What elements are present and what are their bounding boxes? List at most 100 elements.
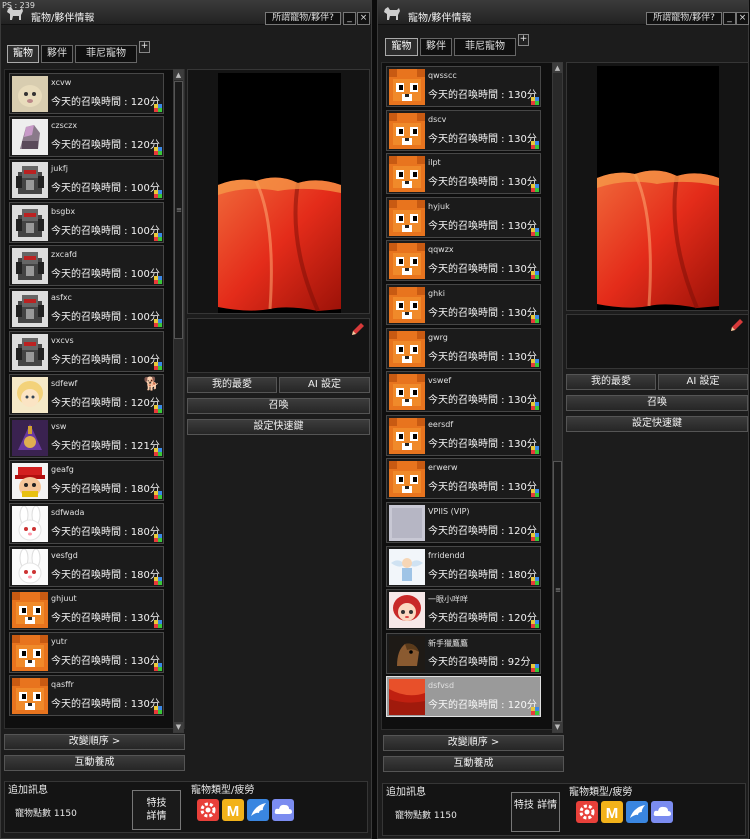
add-tab-button[interactable]: + — [139, 41, 150, 53]
pet-list-item[interactable]: czsczx 今天的召喚時間 : 120分 — [9, 116, 164, 157]
set-hotkey-button[interactable]: 設定快速鍵 — [187, 419, 370, 435]
pet-list-scrollbar[interactable]: ▲ ≡ ▼ — [173, 69, 184, 733]
minimize-button[interactable]: _ — [723, 12, 736, 25]
pet-list-item[interactable]: xcvw 今天的召喚時間 : 120分 — [9, 73, 164, 114]
pet-description — [566, 314, 749, 369]
scroll-down-button[interactable]: ▼ — [553, 722, 562, 732]
pencil-icon[interactable] — [351, 322, 365, 336]
title-bar[interactable]: 寵物/夥伴情報 所謂寵物/夥伴? _ × — [378, 1, 749, 25]
pet-grade-icon — [154, 577, 162, 585]
pet-list-item[interactable]: dscv 今天的召喚時間 : 130分 — [386, 109, 541, 151]
pencil-icon[interactable] — [730, 318, 744, 332]
owned-pets-button[interactable]: 所謂寵物/夥伴? — [265, 12, 341, 25]
scroll-up-button[interactable]: ▲ — [553, 63, 562, 73]
pet-name: vsw — [51, 422, 67, 431]
pet-list-item[interactable]: dsfvsd 今天的召喚時間 : 120分 — [386, 676, 541, 718]
pet-portrait — [12, 334, 48, 370]
scroll-thumb[interactable]: ≡ — [553, 461, 562, 722]
pet-list-item[interactable]: qwsscc 今天的召喚時間 : 130分 — [386, 66, 541, 107]
pet-summon-time: 今天的召喚時間 : 130分 — [428, 177, 537, 189]
pet-summon-time: 今天的召喚時間 : 120分 — [428, 700, 537, 712]
pet-list-item[interactable]: frridendd 今天的召喚時間 : 180分 — [386, 545, 541, 587]
pet-name: xcvw — [51, 78, 72, 87]
pet-list-item[interactable]: hyjuk 今天的召喚時間 : 130分 — [386, 196, 541, 238]
pet-list-item[interactable]: ghjuut 今天的召喚時間 : 130分 — [9, 589, 164, 630]
title-bar[interactable]: 寵物/夥伴情報 所謂寵物/夥伴? _ × — [1, 1, 371, 25]
scroll-down-button[interactable]: ▼ — [174, 722, 183, 732]
pet-list-item[interactable]: erwerw 今天的召喚時間 : 130分 — [386, 458, 541, 500]
pet-grade-icon — [531, 707, 539, 716]
pet-list-item[interactable]: VPIIS (VIP) 今天的召喚時間 : 120分 — [386, 502, 541, 543]
close-button[interactable]: × — [736, 12, 749, 25]
pet-list-item[interactable]: qqwzx 今天的召喚時間 : 130分 — [386, 240, 541, 282]
pet-preview — [566, 62, 749, 311]
tab-partners[interactable]: 夥伴 — [41, 45, 73, 63]
ai-settings-button[interactable]: AI 設定 — [279, 377, 370, 393]
skill-details-button[interactable]: 特技 詳情 — [511, 792, 560, 832]
pet-list-item[interactable]: qasffr 今天的召喚時間 : 130分 — [9, 675, 164, 716]
pet-list-item[interactable]: vswef 今天的召喚時間 : 130分 — [386, 371, 541, 413]
tab-fini-pets[interactable]: 菲尼寵物 — [75, 45, 137, 63]
pet-list-item[interactable]: ilpt 今天的召喚時間 : 130分 — [386, 153, 541, 195]
pet-list-item[interactable]: vsw 今天的召喚時間 : 121分 — [9, 417, 164, 458]
pet-list-item[interactable]: asfxc 今天的召喚時間 : 100分 — [9, 288, 164, 329]
pet-list-item[interactable]: sdfewf 今天的召喚時間 : 120分 🐕 — [9, 374, 164, 415]
close-button[interactable]: × — [357, 12, 370, 25]
pet-name: hyjuk — [428, 201, 450, 211]
pet-portrait — [389, 417, 425, 454]
pet-points: 寵物點數 1150 — [15, 809, 77, 819]
tab-fini-pets[interactable]: 菲尼寵物 — [454, 38, 516, 56]
change-order-button[interactable]: 改變順序 > — [383, 735, 564, 751]
pet-portrait — [389, 199, 425, 236]
pet-list-item[interactable]: zxcafd 今天的召喚時間 : 100分 — [9, 245, 164, 286]
pet-grade-icon — [531, 140, 539, 149]
ai-settings-button[interactable]: AI 設定 — [658, 374, 748, 390]
pet-list-item[interactable]: gwrg 今天的召喚時間 : 130分 — [386, 327, 541, 369]
pet-portrait — [12, 463, 48, 499]
pet-list-item[interactable]: vesfgd 今天的召喚時間 : 180分 — [9, 546, 164, 587]
pet-list-item[interactable]: eersdf 今天的召喚時間 : 130分 — [386, 414, 541, 456]
pet-list-item[interactable]: jukfj 今天的召喚時間 : 100分 — [9, 159, 164, 200]
interact-train-button[interactable]: 互動養成 — [4, 755, 185, 771]
set-hotkey-button[interactable]: 設定快速鍵 — [566, 416, 748, 432]
scroll-thumb[interactable]: ≡ — [174, 81, 183, 339]
pet-list-item[interactable]: 新手獵鷹鷹 今天的召喚時間 : 92分 — [386, 632, 541, 674]
pet-summon-time: 今天的召喚時間 : 100分 — [51, 226, 160, 237]
wing-icon — [247, 799, 269, 821]
pet-summon-time: 今天的召喚時間 : 120分 — [428, 526, 537, 537]
pet-portrait — [389, 679, 425, 716]
pet-grade-icon — [531, 271, 539, 280]
pet-name: ghjuut — [51, 594, 77, 603]
pet-list-item[interactable]: sdfwada 今天的召喚時間 : 180分 — [9, 503, 164, 544]
pet-summon-time: 今天的召喚時間 : 130分 — [428, 351, 537, 363]
add-tab-button[interactable]: + — [518, 34, 529, 46]
change-order-button[interactable]: 改變順序 > — [4, 734, 185, 750]
tab-pets[interactable]: 寵物 — [7, 45, 39, 63]
pet-list-scrollbar[interactable]: ▲ ≡ ▼ — [552, 62, 563, 733]
pet-list-item[interactable]: ghki 今天的召喚時間 : 130分 — [386, 284, 541, 325]
pet-summon-time: 今天的召喚時間 : 130分 — [428, 264, 537, 276]
tab-partners[interactable]: 夥伴 — [420, 38, 452, 56]
pet-grade-icon — [154, 663, 162, 671]
pet-name: yutr — [51, 637, 68, 646]
summon-button[interactable]: 召喚 — [187, 398, 370, 414]
favorite-button[interactable]: 我的最愛 — [566, 374, 656, 390]
red-cloth-image — [597, 170, 719, 309]
pet-name: frridendd — [428, 550, 465, 560]
window-title: 寵物/夥伴情報 — [31, 13, 95, 24]
pet-list-item[interactable]: vxcvs 今天的召喚時間 : 100分 — [9, 331, 164, 372]
favorite-button[interactable]: 我的最愛 — [187, 377, 277, 393]
minimize-button[interactable]: _ — [343, 12, 356, 25]
pet-list-item[interactable]: yutr 今天的召喚時間 : 130分 — [9, 632, 164, 673]
summon-button[interactable]: 召喚 — [566, 395, 748, 411]
interact-train-button[interactable]: 互動養成 — [383, 756, 564, 772]
skill-details-button[interactable]: 特技 詳情 — [132, 790, 181, 830]
pet-summon-time: 今天的召喚時間 : 130分 — [428, 90, 537, 101]
scroll-up-button[interactable]: ▲ — [174, 70, 183, 80]
pet-list-item[interactable]: bsgbx 今天的召喚時間 : 100分 — [9, 202, 164, 243]
pet-list-item[interactable]: 一眼小咩咩 今天的召喚時間 : 120分 — [386, 589, 541, 631]
owned-pets-button[interactable]: 所謂寵物/夥伴? — [646, 12, 722, 25]
pet-portrait — [12, 162, 48, 198]
pet-list-item[interactable]: geafg 今天的召喚時間 : 180分 — [9, 460, 164, 501]
tab-pets[interactable]: 寵物 — [385, 38, 418, 56]
